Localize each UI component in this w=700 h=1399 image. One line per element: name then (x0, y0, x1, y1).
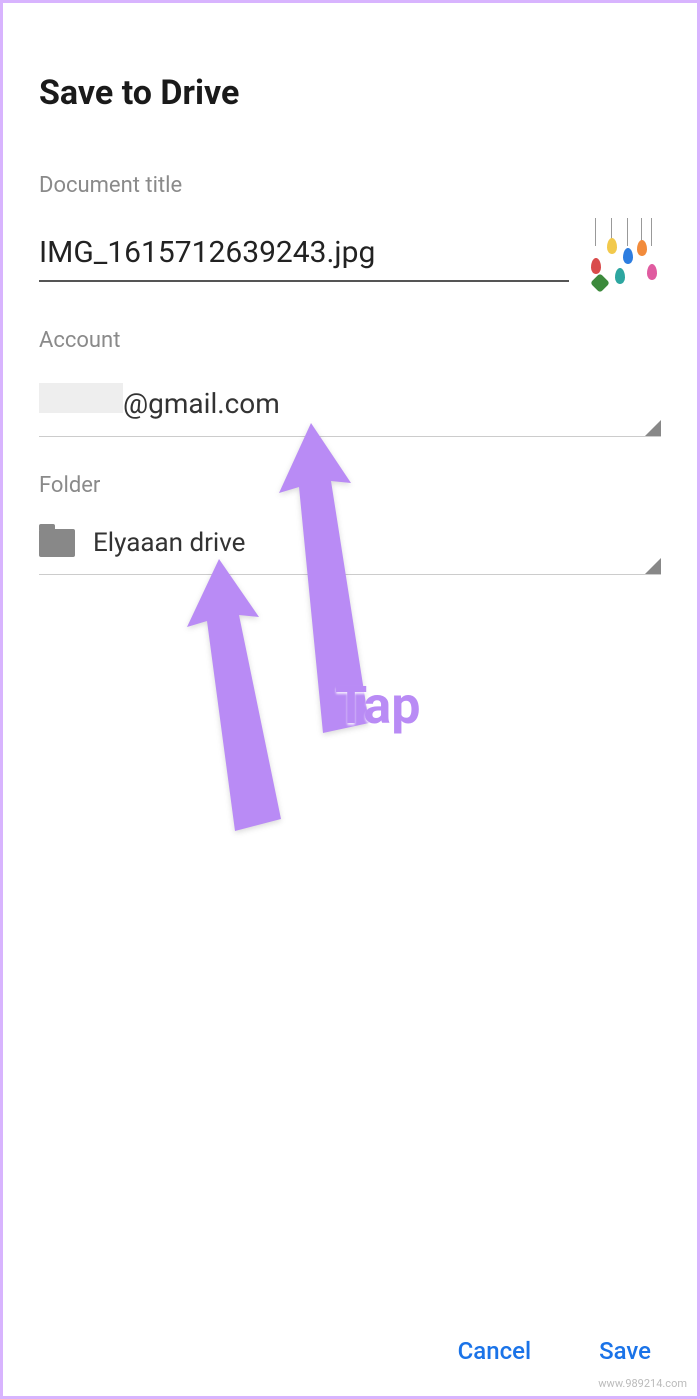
save-to-drive-dialog: Save to Drive Document title Account @gm… (0, 0, 700, 1399)
account-redacted (39, 383, 123, 413)
dialog-footer: Cancel Save (452, 1336, 657, 1366)
account-suffix: @gmail.com (123, 387, 280, 420)
annotation-arrow-folder (163, 559, 293, 859)
account-field: Account @gmail.com (39, 328, 661, 437)
watermark: www.989214.com (598, 1377, 687, 1390)
file-thumbnail (587, 218, 661, 292)
account-value: @gmail.com (39, 383, 280, 420)
document-title-label: Document title (39, 173, 661, 198)
folder-value: Elyaaan drive (93, 528, 245, 558)
dropdown-icon (645, 420, 661, 436)
annotation-tap-label: Tap (335, 675, 420, 736)
document-title-field: Document title (39, 173, 661, 292)
dialog-title: Save to Drive (39, 73, 661, 113)
save-button[interactable]: Save (593, 1336, 657, 1366)
folder-icon (39, 529, 75, 557)
document-title-row (39, 218, 661, 292)
account-label: Account (39, 328, 661, 353)
dropdown-icon (645, 558, 661, 574)
cancel-button[interactable]: Cancel (452, 1336, 537, 1366)
document-title-input[interactable] (39, 229, 569, 282)
